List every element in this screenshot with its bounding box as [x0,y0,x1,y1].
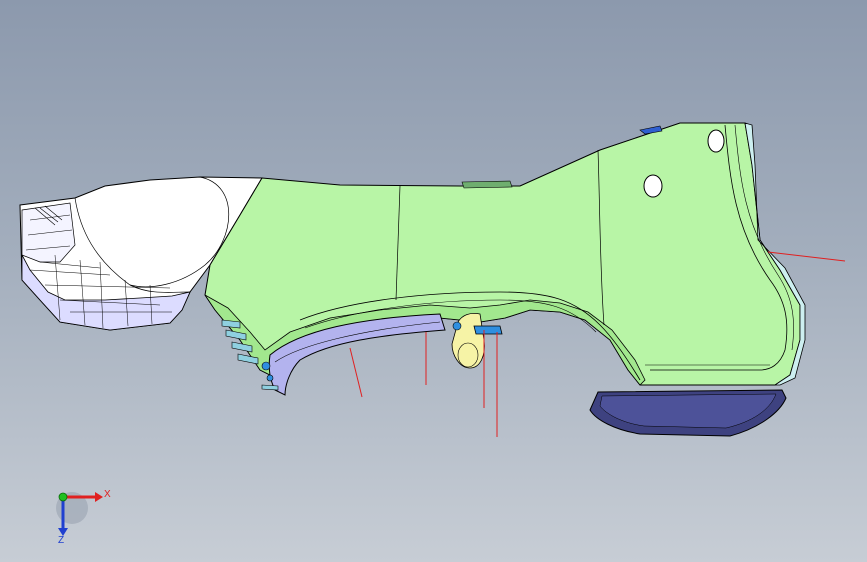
z-axis-label: Z [58,535,64,546]
x-axis-label: X [104,489,111,500]
cad-3d-viewport[interactable]: X Z [0,0,867,562]
axis-compass[interactable] [56,492,103,536]
model-scene[interactable]: X Z [0,0,867,562]
mud-flap[interactable] [589,389,787,437]
mounting-bracket[interactable] [451,313,485,369]
